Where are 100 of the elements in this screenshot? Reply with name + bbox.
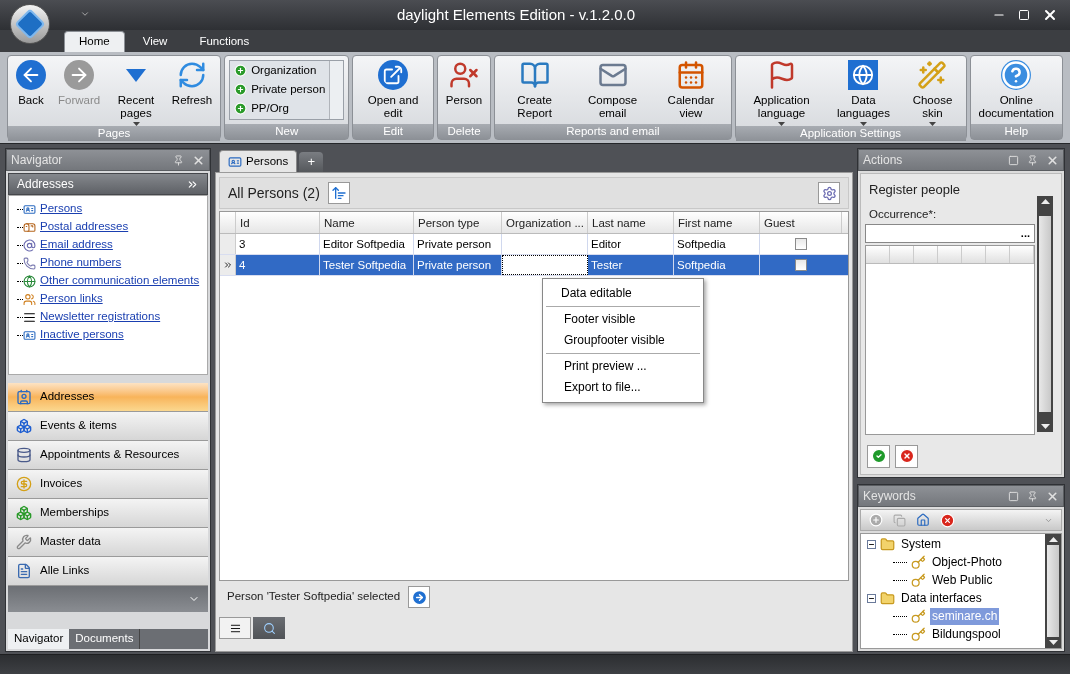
view-tab[interactable] — [219, 617, 251, 639]
new-item[interactable]: PP/Org — [230, 99, 330, 118]
document-tab[interactable]: Persons — [219, 150, 298, 172]
table-cell: Tester — [588, 255, 674, 275]
scroll-down-icon — [1048, 640, 1058, 645]
menu-item[interactable]: Groupfooter visible — [546, 330, 700, 351]
navigator-link[interactable]: Postal addresses — [40, 218, 129, 236]
ribbon-button[interactable]: Create Report — [499, 56, 570, 120]
new-tab-button[interactable]: + — [299, 152, 324, 172]
ribbon-button[interactable]: Person — [441, 56, 487, 107]
navigator-link[interactable]: Other communication elements — [40, 272, 200, 290]
scrollbar[interactable] — [1045, 534, 1061, 648]
ribbon-button[interactable]: Recent pages — [108, 56, 164, 126]
scrollbar[interactable] — [329, 61, 344, 119]
ribbon-button[interactable]: Refresh — [167, 56, 217, 107]
navigator-tab[interactable]: Documents — [69, 629, 141, 649]
module-button[interactable]: Memberships — [8, 499, 208, 528]
plus-icon — [234, 64, 248, 77]
app-logo-icon[interactable] — [10, 4, 50, 44]
column-header[interactable]: Guest — [760, 212, 842, 233]
menu-item[interactable]: Print preview ... — [546, 356, 700, 377]
column-header[interactable]: Id — [236, 212, 320, 233]
ribbon-tab[interactable]: Functions — [185, 31, 264, 52]
group-label: Application Settings — [735, 126, 966, 141]
checkbox[interactable] — [795, 259, 807, 271]
copy-icon[interactable] — [893, 513, 906, 527]
occurrence-field[interactable]: ... — [865, 223, 1035, 243]
tree-item[interactable]: System — [899, 535, 943, 553]
sort-button[interactable] — [327, 182, 350, 204]
field-label: Occurrence*: — [869, 206, 938, 222]
list-icon — [229, 622, 241, 634]
navigator-link[interactable]: Inactive persons — [40, 326, 124, 344]
menu-item[interactable]: Footer visible — [546, 309, 700, 330]
panel-title: Keywords — [863, 488, 917, 505]
module-button[interactable]: Events & items — [8, 412, 208, 441]
folder-icon — [880, 590, 895, 606]
home-icon[interactable] — [916, 513, 930, 527]
module-button[interactable]: Alle Links — [8, 557, 208, 586]
column-header[interactable]: Name — [320, 212, 414, 233]
navigator-link[interactable]: Email address — [40, 236, 113, 254]
module-button[interactable]: Addresses — [8, 383, 208, 412]
menu-item[interactable]: Data editable — [543, 283, 703, 304]
check-icon — [870, 448, 887, 465]
pin-icon[interactable] — [1027, 154, 1038, 166]
module-button[interactable]: Invoices — [8, 470, 208, 499]
table-cell: Softpedia — [674, 255, 760, 275]
delete-icon[interactable] — [940, 512, 955, 528]
new-item[interactable]: Organization — [230, 61, 330, 80]
ribbon-button[interactable]: Open and edit — [357, 56, 429, 120]
cancel-button[interactable] — [895, 444, 918, 468]
column-header[interactable]: Organization ... — [502, 212, 588, 233]
status-text: Person 'Tester Softpedia' selected — [227, 589, 401, 605]
ribbon-button[interactable]: Application language — [739, 56, 824, 126]
module-button[interactable]: Appointments & Resources — [8, 441, 208, 470]
section-header[interactable]: Addresses — [8, 173, 208, 195]
tree-item[interactable]: Web Public — [930, 571, 995, 589]
navigator-link[interactable]: Person links — [40, 290, 103, 308]
tree-item[interactable]: Data interfaces — [899, 589, 984, 607]
collapse-toggle[interactable] — [867, 593, 876, 603]
table-cell: Private person — [414, 234, 502, 254]
column-header[interactable]: Last name — [588, 212, 674, 233]
ribbon-button[interactable]: Online documentation — [974, 56, 1058, 120]
navigator-link[interactable]: Phone numbers — [40, 254, 122, 272]
new-item[interactable]: Private person — [230, 80, 330, 99]
column-header[interactable]: Person type — [414, 212, 502, 233]
ribbon-tab[interactable]: Home — [64, 31, 125, 52]
tree-item[interactable]: Object-Photo — [930, 553, 1005, 571]
go-button[interactable] — [408, 586, 431, 608]
scroll-up-icon — [1048, 537, 1058, 542]
navigator-link[interactable]: Newsletter registrations — [40, 308, 161, 326]
ribbon-button[interactable]: Back — [12, 56, 50, 107]
ribbon-button[interactable]: Data languages — [827, 56, 900, 126]
group-label: Delete — [437, 124, 491, 139]
ribbon-button[interactable]: Calendar view — [655, 56, 727, 120]
table-cell: 3 — [236, 234, 320, 254]
navigator-tab[interactable]: Navigator — [8, 629, 70, 649]
navigator-link[interactable]: Persons — [40, 200, 83, 218]
module-button[interactable]: Master data — [8, 528, 208, 557]
pin-icon[interactable] — [1027, 490, 1038, 502]
ribbon-tab[interactable]: View — [128, 31, 182, 52]
pin-icon[interactable] — [173, 154, 184, 166]
table-row[interactable]: 4 Tester Softpedia Private person Tester Softpedia — [220, 255, 848, 276]
ribbon-button[interactable]: Compose email — [573, 56, 652, 120]
view-tab[interactable] — [253, 617, 285, 639]
confirm-button[interactable] — [867, 444, 890, 468]
close-icon[interactable] — [1042, 7, 1058, 23]
menu-item[interactable]: Export to file... — [546, 377, 700, 398]
settings-button[interactable] — [818, 182, 840, 204]
table-row[interactable]: 3 Editor Softpedia Private person Editor Softpedia — [220, 234, 848, 255]
quick-access-icon[interactable] — [80, 9, 90, 19]
checkbox[interactable] — [795, 238, 807, 250]
scrollbar[interactable] — [1037, 195, 1053, 432]
persons-icon — [228, 154, 242, 169]
tree-item[interactable]: Bildungspool — [930, 625, 1003, 643]
add-icon[interactable] — [869, 513, 883, 527]
column-header[interactable]: First name — [674, 212, 760, 233]
settings-icon — [821, 185, 837, 201]
collapse-toggle[interactable] — [867, 539, 876, 549]
ribbon-button[interactable]: Choose skin — [903, 56, 962, 126]
plus-icon — [234, 83, 248, 96]
